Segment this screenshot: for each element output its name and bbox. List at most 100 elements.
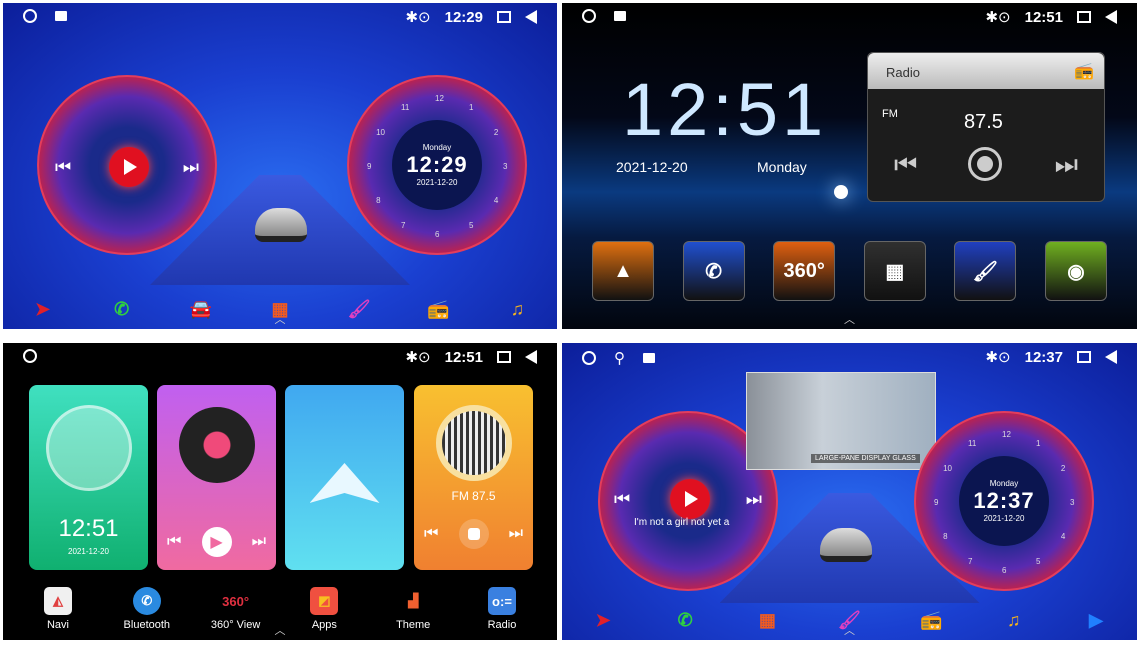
navigation-arrow-button[interactable]: ➤: [588, 606, 618, 634]
app-label: Theme: [396, 619, 431, 631]
navi-icon: ◭: [44, 587, 72, 615]
recents-icon[interactable]: [497, 11, 511, 23]
play-button[interactable]: ▶: [201, 527, 232, 557]
recents-icon[interactable]: [1077, 11, 1091, 23]
chevron-up-icon[interactable]: ︿: [844, 622, 855, 638]
360-view-button[interactable]: 360°: [773, 241, 836, 301]
home-icon[interactable]: [23, 349, 37, 363]
dial-number: 5: [1036, 556, 1041, 566]
play-button[interactable]: [109, 147, 149, 187]
video-caption: LARGE-PANE DISPLAY GLASS: [811, 454, 920, 463]
next-track-button[interactable]: ⏭: [183, 157, 199, 178]
clock-time: 12:51: [58, 515, 119, 542]
back-icon[interactable]: [1105, 10, 1117, 24]
status-time: 12:37: [1024, 348, 1063, 366]
music-note-icon: ♫: [1007, 609, 1021, 630]
theme-brush-button[interactable]: 🖌: [344, 295, 374, 323]
phone-button[interactable]: ✆: [670, 606, 700, 634]
bluetooth-phone-button[interactable]: ✆: [682, 241, 745, 301]
previous-button[interactable]: ⏮: [894, 149, 917, 181]
music-note-button[interactable]: ♫: [502, 295, 532, 323]
gallery-icon: [643, 353, 655, 363]
stop-button[interactable]: [458, 519, 489, 549]
previous-button[interactable]: ⏮: [424, 525, 438, 543]
apps-button[interactable]: ▦: [863, 241, 926, 301]
clock-day: Monday: [422, 143, 452, 152]
recents-icon[interactable]: [497, 351, 511, 363]
chevron-up-icon[interactable]: ︿: [275, 311, 286, 327]
radio-card[interactable]: FM 87.5 ⏮ ⏭: [414, 385, 533, 570]
next-button[interactable]: ⏭: [252, 533, 266, 551]
radio-signal-icon: ◉: [1067, 260, 1085, 283]
radio-dial-icon: [435, 405, 512, 481]
screen-cards-1251: ✱⊙ 12:51 12:51 2021-12-20 ⏮ ▶ ⏭ FM 87.5 ⏮…: [3, 343, 557, 640]
home-icon[interactable]: [23, 9, 37, 23]
radio-button[interactable]: 📻: [423, 295, 453, 323]
dial-number: 7: [968, 556, 973, 566]
next-track-button[interactable]: ⏭: [746, 489, 762, 510]
app-theme[interactable]: ▟ Theme: [378, 587, 448, 631]
clock-card[interactable]: 12:51 2021-12-20: [29, 385, 148, 570]
chevron-up-icon[interactable]: ︿: [844, 311, 855, 327]
music-note-button[interactable]: ♫: [999, 606, 1029, 634]
home-icon[interactable]: [582, 351, 596, 365]
navigation-card[interactable]: [285, 385, 404, 570]
app-navi[interactable]: ◭ Navi: [23, 587, 93, 631]
car-360-button[interactable]: 🚘: [186, 295, 216, 323]
dial-number: 7: [401, 220, 406, 230]
theme-button[interactable]: 🖌: [954, 241, 1017, 301]
navigation-arrow-button[interactable]: ➤: [28, 295, 58, 323]
play-button[interactable]: [670, 479, 710, 519]
music-card[interactable]: ⏮ ▶ ⏭: [157, 385, 276, 570]
radio-icon: o:=: [487, 587, 516, 615]
clock-time: 12:29: [406, 152, 468, 177]
app-label: Navi: [46, 619, 69, 631]
apps-grid-button[interactable]: ▦: [752, 606, 782, 634]
app-360-view[interactable]: 360° 360° View: [201, 587, 271, 632]
previous-track-button[interactable]: ⏮: [614, 489, 630, 510]
app-radio[interactable]: o:= Radio: [467, 587, 537, 631]
gallery-icon: [55, 11, 67, 21]
clock-gauge: Monday 12:29 2021-12-20 12 1 2 3 4 5 6 7 8 9 10 11: [347, 75, 527, 255]
app-label: Apps: [311, 619, 337, 631]
back-icon[interactable]: [525, 10, 537, 24]
stop-button[interactable]: [968, 147, 1002, 181]
dial-number: 4: [493, 196, 499, 205]
next-button[interactable]: ⏭: [509, 525, 523, 543]
big-clock: 12:51: [622, 68, 828, 151]
back-icon[interactable]: [525, 350, 537, 364]
chevron-up-icon[interactable]: ︿: [275, 622, 286, 638]
navigation-button[interactable]: ▲: [592, 241, 654, 301]
radio-frequency: 87.5: [964, 111, 1003, 133]
radio-widget[interactable]: Radio 📻 FM 87.5 ⏮ ⏭: [867, 52, 1105, 202]
app-label: Bluetooth: [123, 619, 171, 631]
apps-icon: ◩: [310, 587, 339, 615]
navigation-arrow-icon: ➤: [35, 298, 51, 319]
recents-icon[interactable]: [1077, 351, 1091, 363]
radio-signal-button[interactable]: ◉: [1044, 241, 1107, 301]
previous-button[interactable]: ⏮: [167, 533, 181, 551]
clock-date: 2021-12-20: [68, 547, 109, 556]
video-play-button[interactable]: ▶: [1081, 606, 1111, 634]
dial-number: 6: [1002, 566, 1007, 575]
dial-number: 1: [1036, 439, 1041, 449]
phone-button[interactable]: ✆: [107, 295, 137, 323]
radio-button[interactable]: 📻: [917, 606, 947, 634]
apps-icon: ▦: [885, 260, 905, 283]
video-player[interactable]: LARGE-PANE DISPLAY GLASS: [746, 372, 936, 470]
clock-date: 2021-12-20: [616, 159, 688, 175]
bluetooth-location-icons: ✱⊙: [405, 349, 431, 366]
bluetooth-location-icons: ✱⊙: [985, 349, 1011, 366]
next-button[interactable]: ⏭: [1055, 149, 1078, 181]
app-apps[interactable]: ◩ Apps: [289, 587, 359, 631]
gallery-icon: [614, 11, 626, 21]
home-icon[interactable]: [582, 9, 596, 23]
previous-track-button[interactable]: ⏮: [55, 157, 71, 178]
back-icon[interactable]: [1105, 350, 1117, 364]
app-bluetooth[interactable]: ✆ Bluetooth: [112, 587, 182, 631]
clock-day: Monday: [757, 159, 807, 175]
car-graphic: [255, 208, 307, 242]
dial-number: 2: [493, 128, 499, 137]
apps-grid-icon: ▦: [758, 609, 776, 630]
screen-dashboard-1237: ⚲ ✱⊙ 12:37 ⏮ ⏭ I'm not a girl not yet a L…: [562, 343, 1137, 640]
